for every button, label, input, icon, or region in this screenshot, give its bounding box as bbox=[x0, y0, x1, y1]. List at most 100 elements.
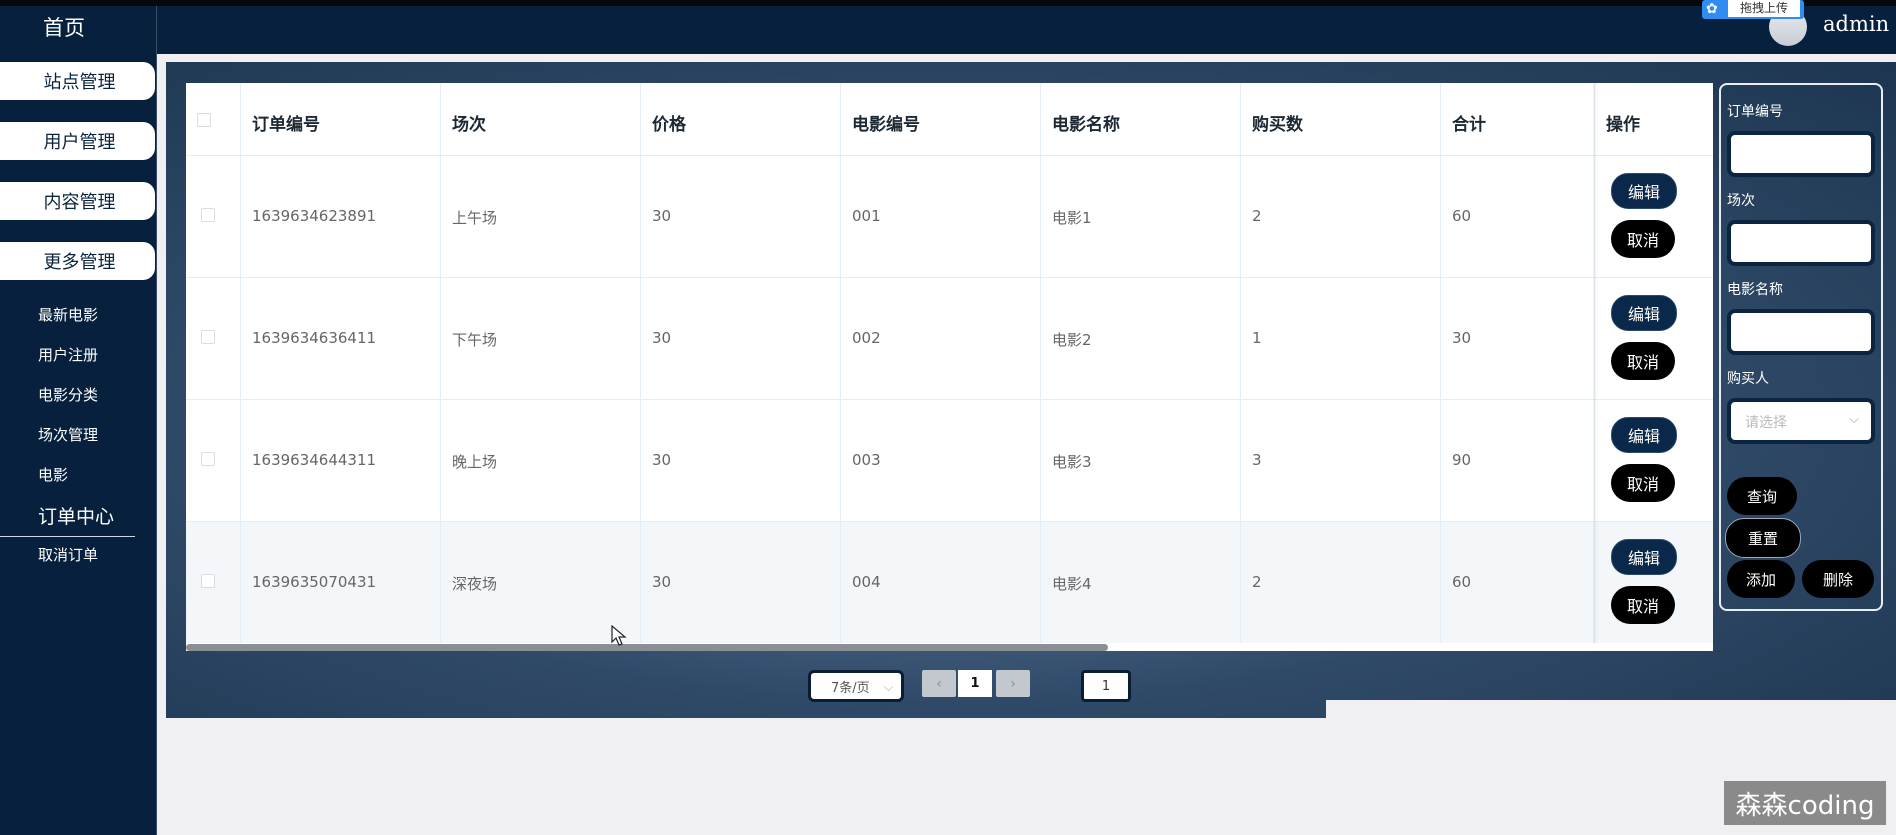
sidebar-item-site-management[interactable]: 站点管理 bbox=[0, 62, 155, 100]
sidebar-item-user-management[interactable]: 用户管理 bbox=[0, 122, 155, 160]
header-quantity: 购买数 bbox=[1252, 115, 1303, 135]
buyer-label: 购买人 bbox=[1727, 371, 1769, 387]
cloud-icon: ✿ bbox=[1706, 1, 1718, 17]
column-divider bbox=[240, 83, 241, 643]
upload-widget[interactable]: ✿ 拖拽上传 bbox=[1702, 0, 1804, 19]
chevron-down-icon: ⌵ bbox=[883, 680, 893, 694]
buyer-select[interactable]: 请选择 ⌵ bbox=[1727, 398, 1875, 444]
cell-total: 60 bbox=[1452, 207, 1472, 225]
cancel-button[interactable]: 取消 bbox=[1611, 342, 1675, 380]
sidebar-item-cancel-order[interactable]: 取消订单 bbox=[38, 544, 98, 565]
cell-order-no: 1639634644311 bbox=[252, 451, 377, 469]
cell-movie-no: 004 bbox=[852, 573, 881, 591]
header-actions: 操作 bbox=[1606, 115, 1640, 135]
cancel-button[interactable]: 取消 bbox=[1611, 220, 1675, 258]
header-order-no: 订单编号 bbox=[252, 115, 320, 135]
header-movie-no: 电影编号 bbox=[852, 115, 920, 135]
horizontal-scrollbar[interactable] bbox=[186, 644, 1108, 651]
next-page-button[interactable]: › bbox=[996, 670, 1030, 697]
cell-movie-name: 电影4 bbox=[1052, 575, 1092, 593]
cell-movie-name: 电影3 bbox=[1052, 453, 1092, 471]
cell-price: 30 bbox=[652, 573, 672, 591]
page-number-current[interactable]: 1 bbox=[958, 670, 992, 697]
sidebar-item-more-management[interactable]: 更多管理 bbox=[0, 242, 155, 280]
cell-price: 30 bbox=[652, 207, 672, 225]
header-price: 价格 bbox=[652, 115, 686, 135]
select-all-checkbox[interactable] bbox=[197, 113, 211, 127]
sidebar-item-latest-movies[interactable]: 最新电影 bbox=[38, 304, 98, 325]
cell-total: 90 bbox=[1452, 451, 1472, 469]
sidebar-home[interactable]: 首页 bbox=[0, 12, 128, 42]
sidebar-item-movie[interactable]: 电影 bbox=[38, 464, 68, 485]
column-divider bbox=[640, 83, 641, 643]
movie-name-input[interactable] bbox=[1727, 309, 1875, 355]
sidebar-section-order-center[interactable]: 订单中心 bbox=[38, 502, 114, 529]
edit-button[interactable]: 编辑 bbox=[1611, 539, 1677, 575]
row-checkbox[interactable] bbox=[201, 452, 215, 466]
row-checkbox[interactable] bbox=[201, 208, 215, 222]
order-no-label: 订单编号 bbox=[1727, 104, 1783, 120]
mouse-cursor-icon bbox=[611, 625, 627, 646]
cell-session: 深夜场 bbox=[452, 575, 498, 593]
column-divider bbox=[840, 83, 841, 643]
cell-movie-name: 电影2 bbox=[1052, 331, 1092, 349]
movie-name-label: 电影名称 bbox=[1727, 282, 1783, 298]
sidebar-divider bbox=[0, 536, 135, 537]
buyer-placeholder: 请选择 bbox=[1745, 415, 1787, 431]
query-button[interactable]: 查询 bbox=[1727, 477, 1797, 515]
username[interactable]: admin bbox=[1823, 12, 1889, 36]
sidebar-item-content-management[interactable]: 内容管理 bbox=[0, 182, 155, 220]
header-session: 场次 bbox=[452, 115, 486, 135]
jump-page-input[interactable]: 1 bbox=[1081, 670, 1131, 702]
fixed-column-shadow bbox=[1593, 83, 1599, 643]
upload-label: 拖拽上传 bbox=[1728, 0, 1800, 17]
page-size-select[interactable]: 7条/页 ⌵ bbox=[808, 670, 904, 702]
session-input[interactable] bbox=[1727, 220, 1875, 266]
edit-button[interactable]: 编辑 bbox=[1611, 417, 1677, 453]
cancel-button[interactable]: 取消 bbox=[1611, 464, 1675, 502]
prev-page-button[interactable]: ‹ bbox=[922, 670, 956, 697]
chevron-down-icon: ⌵ bbox=[1849, 412, 1859, 427]
orders-table: 订单编号 场次 价格 电影编号 电影名称 购买数 合计 操作 163963462… bbox=[186, 83, 1713, 651]
column-divider bbox=[440, 83, 441, 643]
column-divider bbox=[1040, 83, 1041, 643]
cell-quantity: 1 bbox=[1252, 329, 1262, 347]
panel-fade bbox=[1326, 700, 1896, 730]
cell-movie-no: 001 bbox=[852, 207, 881, 225]
cell-movie-no: 003 bbox=[852, 451, 881, 469]
edit-button[interactable]: 编辑 bbox=[1611, 295, 1677, 331]
sidebar: 首页 站点管理 用户管理 内容管理 更多管理 最新电影 用户注册 电影分类 场次… bbox=[0, 6, 157, 835]
edit-button[interactable]: 编辑 bbox=[1611, 173, 1677, 209]
column-divider bbox=[1440, 83, 1441, 643]
add-button[interactable]: 添加 bbox=[1727, 560, 1795, 598]
top-header bbox=[157, 6, 1896, 54]
table-row: 1639634636411 下午场 30 002 电影2 1 30 编辑 取消 bbox=[186, 278, 1713, 399]
cell-session: 下午场 bbox=[452, 331, 498, 349]
reset-button[interactable]: 重置 bbox=[1725, 518, 1801, 558]
cell-movie-no: 002 bbox=[852, 329, 881, 347]
cell-order-no: 1639635070431 bbox=[252, 573, 377, 591]
sidebar-item-movie-category[interactable]: 电影分类 bbox=[38, 384, 98, 405]
table-row: 1639634644311 晚上场 30 003 电影3 3 90 编辑 取消 bbox=[186, 400, 1713, 521]
sidebar-item-session-management[interactable]: 场次管理 bbox=[38, 424, 98, 445]
delete-button[interactable]: 删除 bbox=[1802, 560, 1874, 598]
cell-price: 30 bbox=[652, 451, 672, 469]
header-movie-name: 电影名称 bbox=[1052, 115, 1120, 135]
cell-order-no: 1639634623891 bbox=[252, 207, 377, 225]
table-row: 1639634623891 上午场 30 001 电影1 2 60 编辑 取消 bbox=[186, 156, 1713, 277]
order-no-input[interactable] bbox=[1727, 131, 1875, 177]
sidebar-item-user-register[interactable]: 用户注册 bbox=[38, 344, 98, 365]
cancel-button[interactable]: 取消 bbox=[1611, 586, 1675, 624]
table-header-row: 订单编号 场次 价格 电影编号 电影名称 购买数 合计 操作 bbox=[186, 83, 1713, 155]
cell-price: 30 bbox=[652, 329, 672, 347]
watermark: 森森coding bbox=[1724, 781, 1886, 825]
row-checkbox[interactable] bbox=[201, 330, 215, 344]
page-size-value: 7条/页 bbox=[831, 680, 870, 696]
cell-total: 30 bbox=[1452, 329, 1472, 347]
row-checkbox[interactable] bbox=[201, 574, 215, 588]
cell-total: 60 bbox=[1452, 573, 1472, 591]
cell-session: 上午场 bbox=[452, 209, 498, 227]
cell-quantity: 2 bbox=[1252, 207, 1262, 225]
cell-quantity: 2 bbox=[1252, 573, 1262, 591]
cell-quantity: 3 bbox=[1252, 451, 1262, 469]
